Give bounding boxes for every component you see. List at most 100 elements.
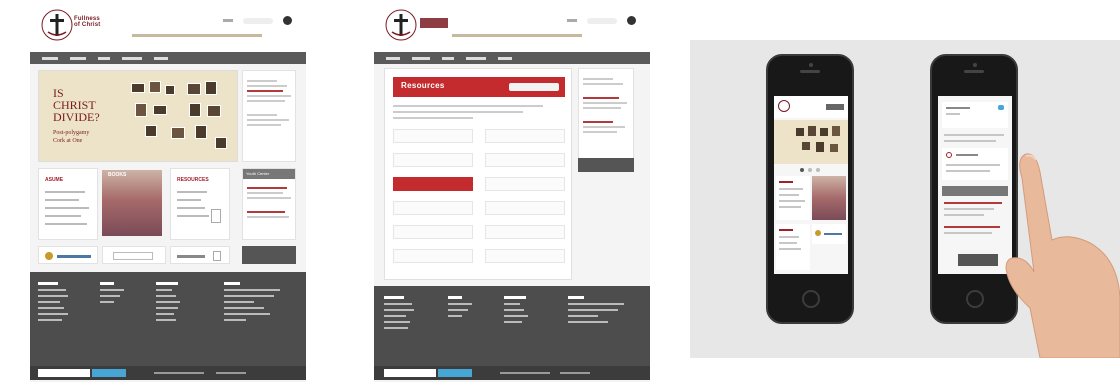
home-page-mockup: Fullness of Christ IS CHRIST DIVIDE? Pos… [30, 0, 306, 382]
feed-item[interactable] [942, 102, 1008, 128]
feed-line [946, 164, 1000, 166]
subscribe-button[interactable] [438, 369, 472, 377]
footer-col [38, 282, 68, 321]
header-link[interactable] [223, 19, 233, 22]
card-line [45, 207, 89, 209]
feed-line [247, 114, 277, 116]
footer-col [224, 282, 280, 321]
logo-text: Fullness of Christ [74, 16, 100, 28]
card-title: RESOURCES [177, 177, 209, 183]
resource-category-button[interactable] [485, 225, 565, 239]
hero-photo-tile [171, 127, 185, 139]
hero-photo-tile [189, 103, 201, 117]
partner-logo[interactable] [38, 246, 98, 264]
nav-item[interactable] [122, 56, 142, 60]
partner-logo[interactable] [102, 246, 166, 264]
resource-category-button[interactable] [393, 249, 473, 263]
nav-item[interactable] [98, 56, 110, 60]
feed-line [583, 78, 613, 80]
sidebar-cta-button[interactable] [578, 158, 634, 172]
resource-category-button[interactable] [485, 201, 565, 215]
resources-card[interactable]: RESOURCES [170, 168, 230, 240]
resource-category-button[interactable] [485, 177, 565, 191]
nav-item[interactable] [412, 56, 430, 60]
resource-category-button[interactable] [485, 129, 565, 143]
resources-header: Resources [393, 77, 565, 97]
card-line [779, 200, 805, 202]
sidebar-cta-button[interactable] [242, 246, 296, 264]
site-footer [374, 286, 650, 366]
feed-link[interactable] [583, 97, 619, 99]
social-icon[interactable] [627, 16, 636, 25]
header-tools [223, 16, 292, 25]
hero-photo-tile [832, 126, 840, 136]
feed-line [247, 119, 289, 121]
feed-line [247, 124, 281, 126]
nav-item[interactable] [466, 56, 486, 60]
hero-photo-tile [131, 83, 145, 93]
search-input[interactable] [243, 17, 273, 24]
footer-link[interactable] [216, 372, 246, 374]
feed-link[interactable] [944, 226, 1000, 228]
hero-photo-tile [816, 142, 824, 152]
menu-button[interactable] [826, 104, 844, 110]
mobile-card[interactable] [776, 224, 810, 270]
header-tools [567, 16, 636, 25]
partner-logo[interactable] [170, 246, 230, 264]
feed-link[interactable] [583, 121, 613, 123]
resource-category-button[interactable] [485, 153, 565, 167]
resource-category-button-active[interactable] [393, 177, 473, 191]
card-line [779, 188, 803, 190]
hero-banner[interactable]: IS CHRIST DIVIDE? Post-polygamy Cork at … [38, 70, 238, 162]
info-card[interactable]: ASUME [38, 168, 98, 240]
feed-link[interactable] [247, 90, 283, 92]
feed-line [946, 113, 960, 115]
nav-item[interactable] [498, 56, 512, 60]
feed-item[interactable] [942, 148, 1008, 180]
hero-photo-tile [195, 125, 207, 139]
resource-category-button[interactable] [393, 129, 473, 143]
tagline [132, 34, 262, 37]
nav-item[interactable] [442, 56, 454, 60]
hero-photo-tile [149, 81, 161, 93]
hero-photo-tile [215, 137, 227, 149]
home-button[interactable] [966, 290, 984, 308]
subscribe-button[interactable] [92, 369, 126, 377]
home-button[interactable] [802, 290, 820, 308]
mobile-card[interactable] [776, 176, 810, 220]
books-card[interactable]: BOOKS [102, 168, 166, 240]
header-link[interactable] [567, 19, 577, 22]
card-title: ASUME [45, 177, 64, 183]
hero-photo-tile [820, 128, 828, 136]
hero-photo-tile [135, 103, 147, 117]
newsletter-bar [374, 366, 650, 380]
hero-photo-tile [796, 128, 804, 136]
youth-link[interactable] [247, 187, 287, 189]
resources-search-input[interactable] [509, 83, 559, 91]
phone-screen-home[interactable] [774, 96, 848, 274]
sidebar-cta-button[interactable] [958, 254, 998, 266]
resource-category-button[interactable] [393, 153, 473, 167]
carousel-dot[interactable] [816, 168, 820, 172]
youth-link[interactable] [247, 211, 285, 213]
nav-item[interactable] [42, 56, 58, 60]
newsletter-input[interactable] [38, 369, 90, 377]
youth-box-label [942, 186, 1008, 196]
nav-item[interactable] [70, 56, 86, 60]
nav-item[interactable] [154, 56, 168, 60]
social-icon[interactable] [283, 16, 292, 25]
feed-line [944, 208, 994, 210]
carousel-dot[interactable] [808, 168, 812, 172]
feed-link[interactable] [944, 202, 1002, 204]
resource-category-button[interactable] [393, 201, 473, 215]
partner-logo[interactable] [812, 224, 846, 244]
feed-line [944, 232, 992, 234]
mobile-hero[interactable] [774, 120, 848, 164]
footer-link[interactable] [560, 372, 590, 374]
resource-category-button[interactable] [393, 225, 473, 239]
carousel-dot[interactable] [800, 168, 804, 172]
nav-item[interactable] [386, 56, 400, 60]
newsletter-input[interactable] [384, 369, 436, 377]
resource-category-button[interactable] [485, 249, 565, 263]
search-input[interactable] [587, 17, 617, 24]
